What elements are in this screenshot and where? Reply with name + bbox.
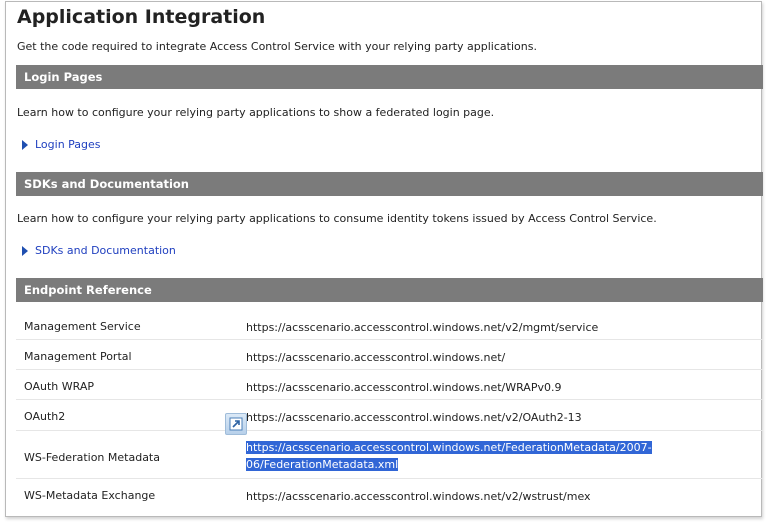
section-header-login-pages: Login Pages — [16, 65, 763, 89]
table-row: Management Portal https://acsscenario.ac… — [16, 340, 763, 370]
table-row: OAuth2 https://acsscenario.accesscontrol… — [16, 400, 763, 431]
endpoint-name: OAuth2 — [24, 410, 66, 423]
table-row: Management Service https://acsscenario.a… — [16, 310, 763, 340]
endpoint-url[interactable]: https://acsscenario.accesscontrol.window… — [246, 349, 666, 366]
endpoint-name: Management Portal — [24, 350, 132, 363]
endpoint-name: WS-Federation Metadata — [24, 451, 160, 464]
sdks-documentation-link[interactable]: SDKs and Documentation — [22, 244, 176, 257]
endpoint-url[interactable]: https://acsscenario.accesscontrol.window… — [246, 319, 666, 336]
triangle-right-icon — [22, 139, 28, 150]
arrow-diagonal-icon — [229, 417, 243, 431]
endpoint-name: WS-Metadata Exchange — [24, 489, 156, 502]
section-header-sdks: SDKs and Documentation — [16, 172, 763, 196]
endpoint-url-line: https://acsscenario.accesscontrol.window… — [246, 441, 652, 454]
endpoint-url-line: 06/FederationMetadata.xml — [246, 458, 399, 471]
table-row: OAuth WRAP https://acsscenario.accesscon… — [16, 370, 763, 400]
triangle-right-icon — [22, 245, 28, 256]
open-link-icon[interactable] — [225, 413, 247, 435]
login-pages-description: Learn how to configure your relying part… — [17, 106, 495, 119]
endpoint-name: OAuth WRAP — [24, 380, 94, 393]
endpoint-url[interactable]: https://acsscenario.accesscontrol.window… — [246, 409, 666, 426]
table-row: WS-Metadata Exchange https://acsscenario… — [16, 479, 763, 509]
login-pages-link[interactable]: Login Pages — [22, 138, 101, 151]
page-frame: Application Integration Get the code req… — [5, 1, 763, 517]
page-title: Application Integration — [17, 6, 266, 28]
sdks-documentation-link-label: SDKs and Documentation — [35, 244, 176, 257]
sdks-description: Learn how to configure your relying part… — [17, 212, 657, 225]
page-subtitle: Get the code required to integrate Acces… — [17, 40, 537, 53]
login-pages-link-label: Login Pages — [35, 138, 101, 151]
endpoint-url[interactable]: https://acsscenario.accesscontrol.window… — [246, 379, 666, 396]
section-header-endpoint-reference: Endpoint Reference — [16, 278, 763, 302]
table-row: WS-Federation Metadata https://acsscenar… — [16, 431, 763, 479]
endpoint-name: Management Service — [24, 320, 141, 333]
endpoint-url-selected[interactable]: https://acsscenario.accesscontrol.window… — [246, 439, 666, 473]
endpoint-url[interactable]: https://acsscenario.accesscontrol.window… — [246, 488, 666, 505]
